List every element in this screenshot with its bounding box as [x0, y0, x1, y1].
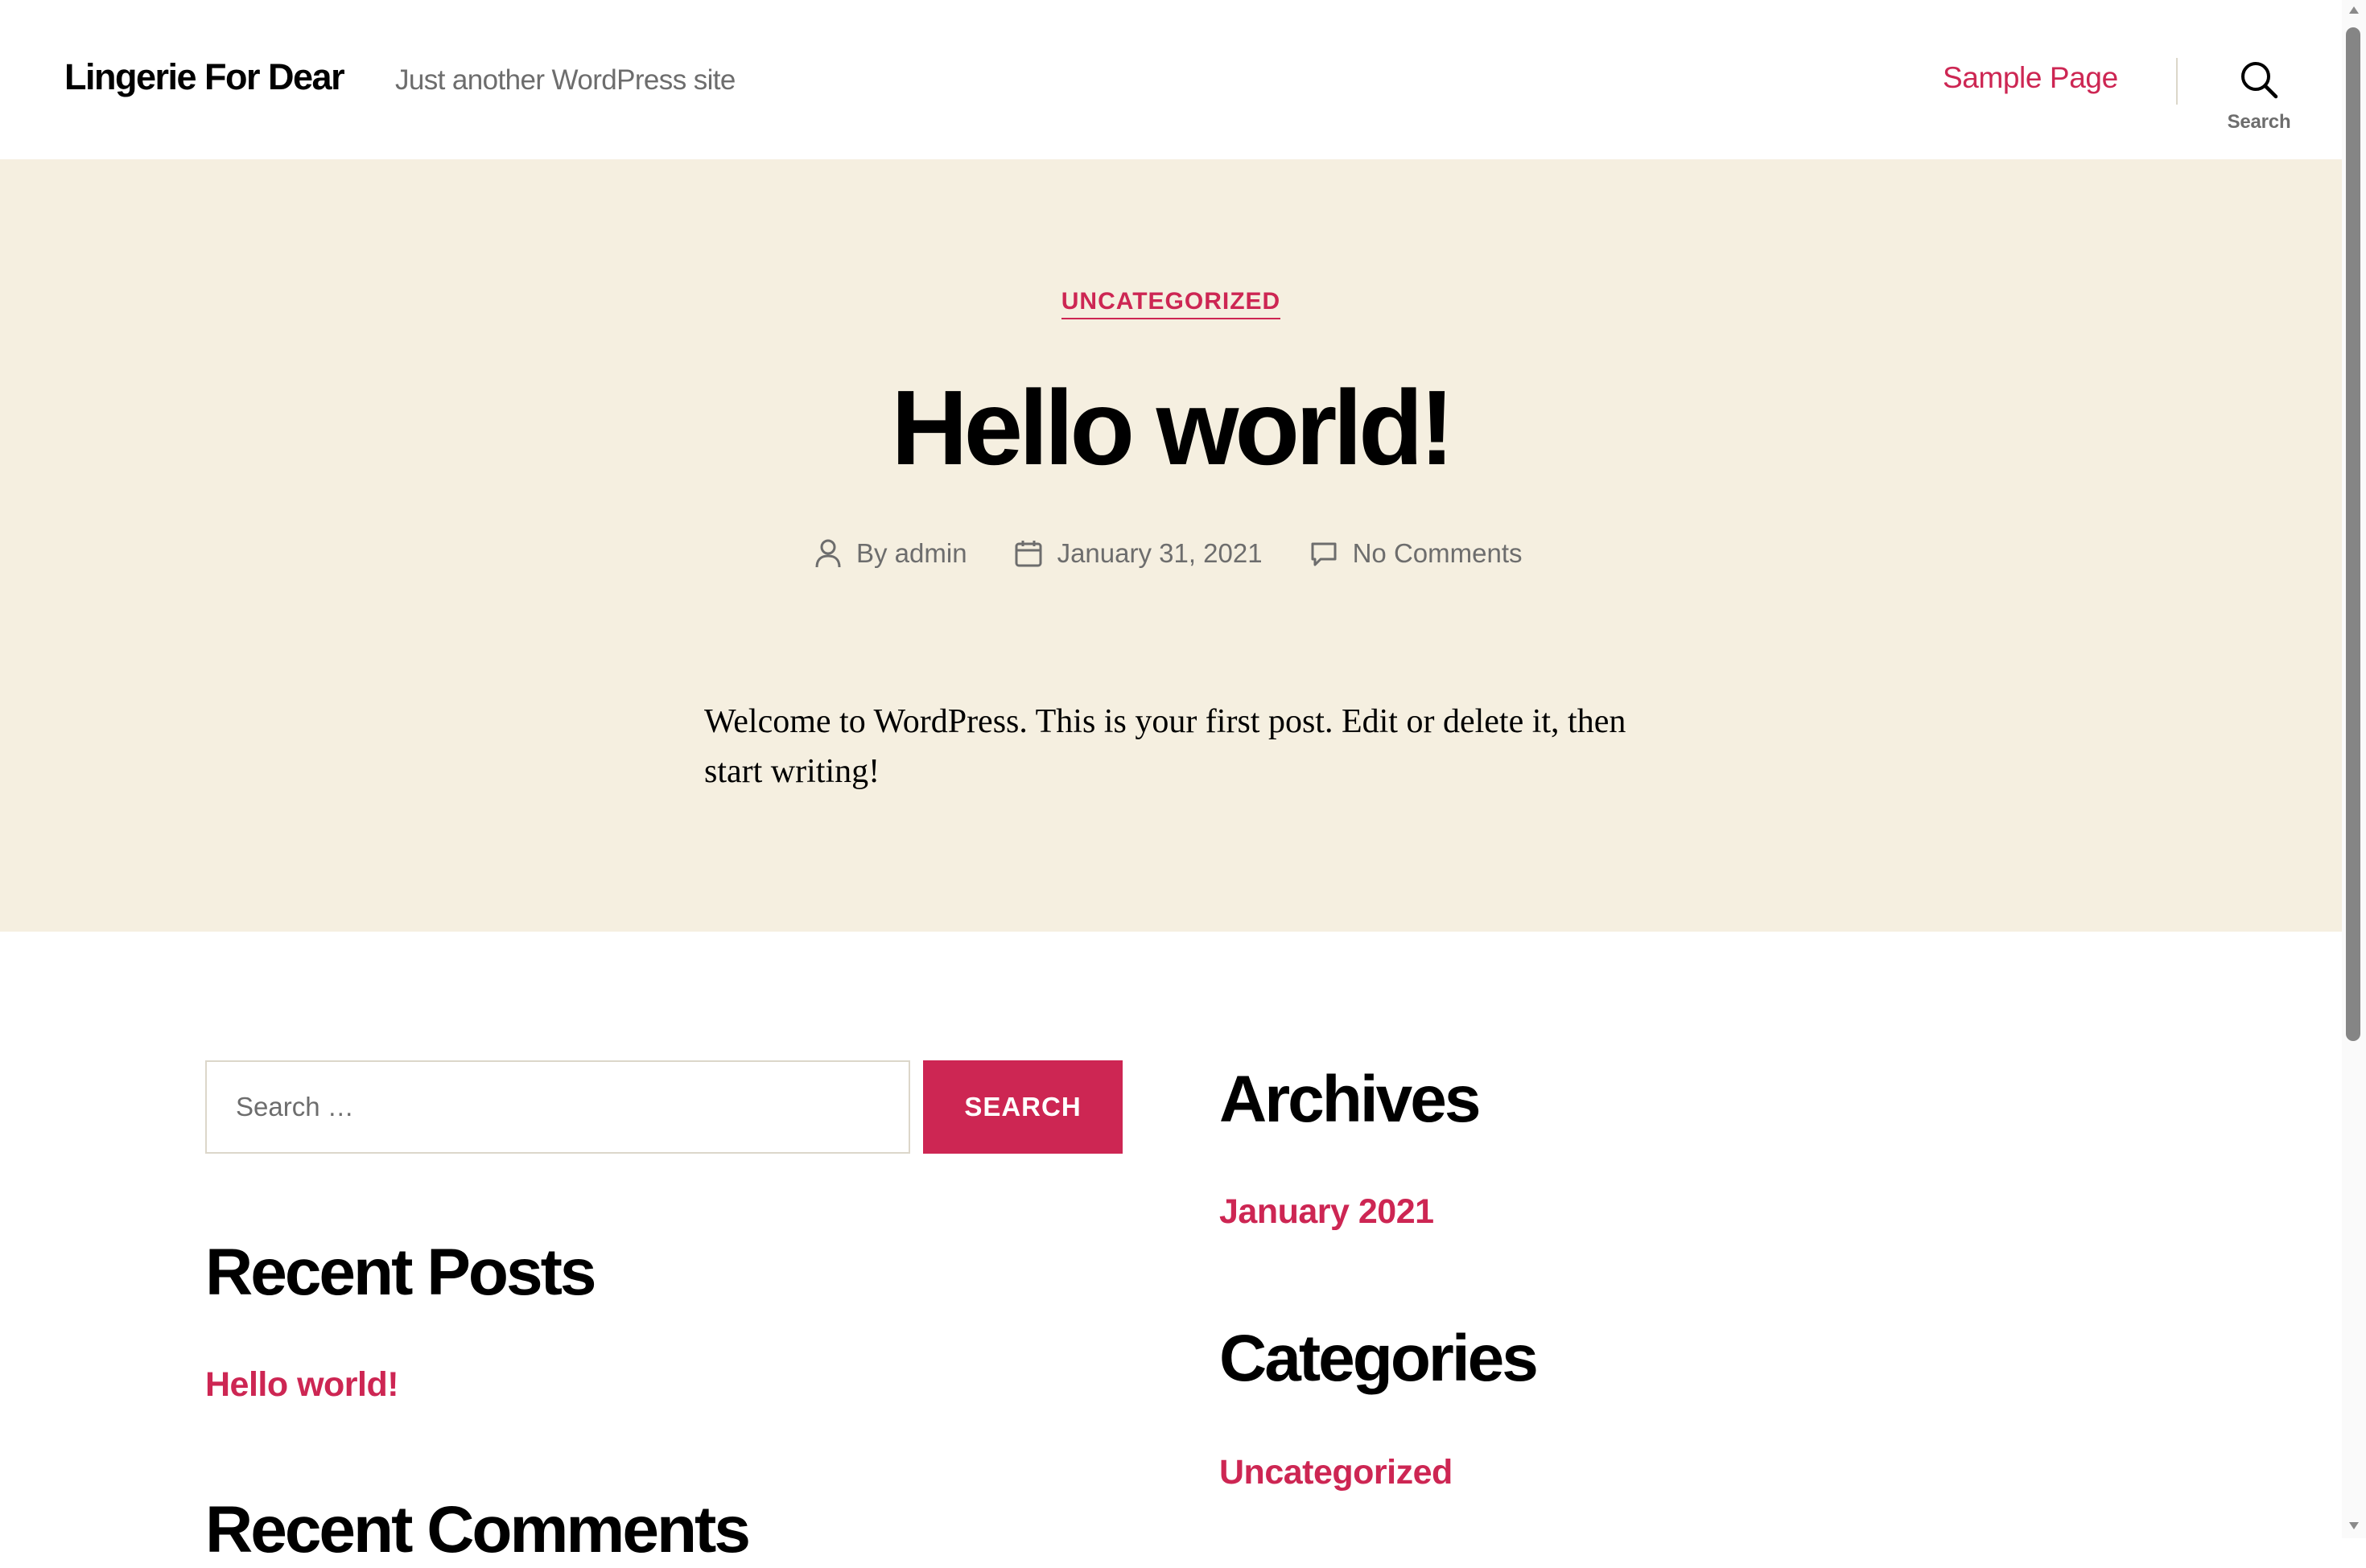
post-comments: No Comments [1309, 538, 1523, 569]
recent-comments-title: Recent Comments [205, 1493, 751, 1566]
recent-post-link[interactable]: Hello world! [205, 1365, 399, 1405]
site-header: Lingerie For Dear Just another WordPress… [0, 0, 2342, 159]
post-author-link[interactable]: By admin [856, 538, 967, 569]
post-date-link[interactable]: January 31, 2021 [1057, 538, 1263, 569]
category-link[interactable]: Uncategorized [1219, 1453, 1453, 1492]
comment-icon [1311, 542, 1337, 566]
nav-item-sample-page[interactable]: Sample Page [1943, 61, 2118, 95]
scroll-down-arrow[interactable] [2349, 1522, 2359, 1529]
archives-title: Archives [1219, 1063, 1481, 1136]
post-title[interactable]: Hello world! [0, 364, 2342, 492]
archive-link[interactable]: January 2021 [1219, 1192, 1434, 1232]
search-toggle-label: Search [2227, 111, 2291, 133]
post-comments-link[interactable]: No Comments [1353, 538, 1523, 569]
post-author: By admin [814, 538, 967, 569]
recent-posts-title: Recent Posts [205, 1236, 597, 1309]
post-header: UNCATEGORIZED Hello world! By admin Janu… [0, 159, 2342, 932]
site-description: Just another WordPress site [395, 64, 736, 96]
search-submit-button[interactable]: SEARCH [923, 1060, 1123, 1154]
calendar-icon [1015, 541, 1042, 567]
post-date: January 31, 2021 [1014, 538, 1263, 569]
search-toggle-button[interactable]: Search [2205, 56, 2313, 137]
user-icon [815, 539, 841, 568]
nav-divider [2176, 58, 2178, 105]
search-icon [2241, 62, 2278, 99]
scroll-thumb[interactable] [2346, 27, 2360, 1041]
post-content: Welcome to WordPress. This is your first… [704, 703, 1626, 790]
category-link-uncategorized[interactable]: UNCATEGORIZED [1061, 288, 1281, 319]
search-input[interactable] [205, 1060, 910, 1154]
post-category: UNCATEGORIZED [0, 288, 2342, 319]
post-meta: By admin January 31, 2021 No Comments [814, 533, 1522, 574]
scroll-up-arrow[interactable] [2349, 6, 2359, 14]
search-widget: SEARCH [205, 1060, 1123, 1154]
categories-title: Categories [1219, 1322, 1539, 1395]
scrollbar[interactable] [2342, 0, 2366, 1538]
site-title[interactable]: Lingerie For Dear [64, 56, 345, 98]
